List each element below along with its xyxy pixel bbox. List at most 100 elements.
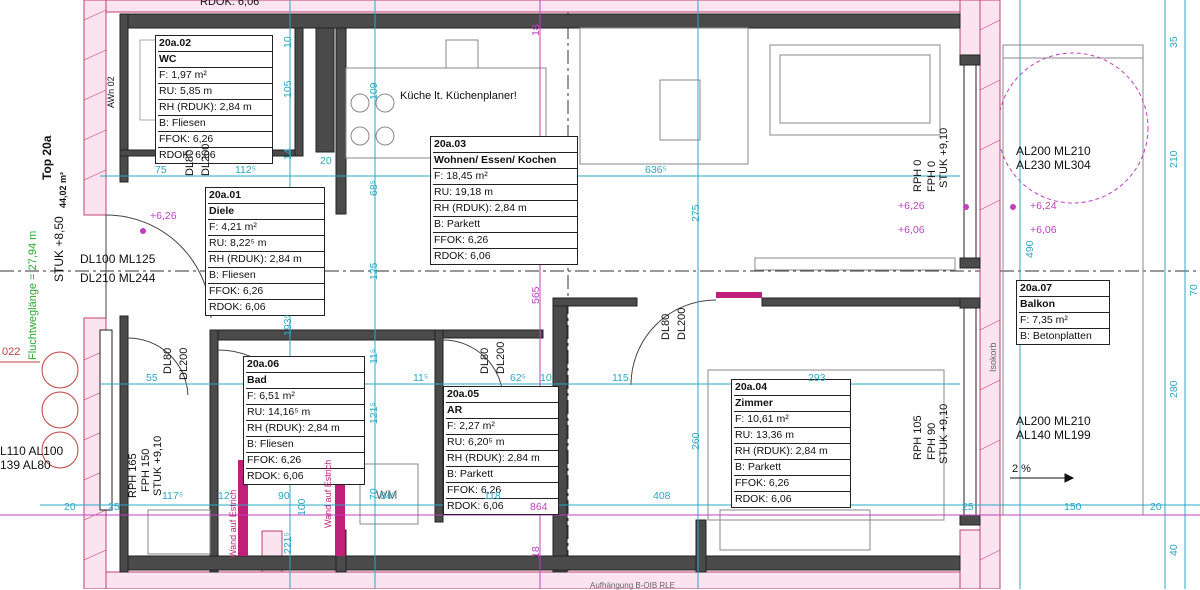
door-dl80-ar: DL80 — [479, 347, 491, 374]
entry-door-spec: DL100 ML125 — [80, 252, 156, 266]
door-dl200-diele: DL200 — [200, 143, 212, 176]
room-ffok: FFOK: 6,26 — [208, 283, 324, 299]
room-perimeter: RU: 19,18 m — [433, 184, 577, 200]
room-number: 20a.07 — [1020, 282, 1053, 294]
room-perimeter: RU: 5,85 m — [158, 83, 272, 99]
room-ffok: FFOK: 6,26 — [446, 482, 558, 498]
room-label-wc: 20a.02 WC F: 1,97 m² RU: 5,85 m RH (RDUK… — [155, 35, 273, 164]
wall-note-right: Wand auf Estrich — [323, 459, 333, 528]
room-area: F: 6,51 m² — [246, 388, 364, 404]
level-window-2: +6,06 — [898, 224, 925, 236]
room-area: F: 4,21 m² — [208, 219, 324, 235]
door-dl80-zimmer: DL80 — [660, 313, 672, 340]
dim-864: 864 — [530, 501, 548, 513]
fph-top: FPH 0 — [926, 160, 938, 192]
dim-117: 117⁵ — [162, 490, 184, 502]
room-height: RH (RDUK): 2,84 m — [433, 200, 577, 216]
dim-408: 408 — [653, 490, 671, 502]
room-rdok: RDOK: 6,06 — [433, 248, 577, 264]
room-height: RH (RDUK): 2,84 m — [734, 443, 850, 459]
room-height: RH (RDUK): 2,84 m — [446, 450, 558, 466]
room-perimeter: RU: 6,20⁵ m — [446, 434, 558, 450]
room-number: 20a.05 — [447, 388, 480, 400]
room-label-ar: 20a.05 AR F: 2,27 m² RU: 6,20⁵ m RH (RDU… — [443, 386, 559, 515]
room-floor: B: Parkett — [734, 459, 850, 475]
vdim-70-right: 70 — [1188, 284, 1200, 296]
dim-10: 10 — [540, 372, 552, 384]
left-window-spec-1: L110 AL100 — [0, 444, 64, 458]
room-name: Zimmer — [734, 395, 850, 411]
stuk-left: STUK +9,10 — [152, 435, 164, 496]
room-ffok: FFOK: 6,26 — [158, 131, 272, 147]
dim-118: 118 — [484, 490, 501, 502]
vdim-10-top: 10 — [282, 36, 294, 48]
room-number: 20a.01 — [209, 189, 242, 201]
slope-label: 2 % — [1012, 463, 1031, 475]
room-area: F: 18,45 m² — [433, 168, 577, 184]
door-dl200-ar: DL200 — [495, 341, 507, 374]
unit-area-label: 44,02 m² — [58, 171, 68, 208]
level-022: 022 — [2, 346, 21, 358]
room-ffok: FFOK: 6,26 — [246, 452, 364, 468]
window-top-spec-2: AL230 ML304 — [1016, 158, 1091, 172]
room-name: Diele — [208, 203, 324, 219]
room-number: 20a.06 — [247, 358, 280, 370]
vdim-14: 14 — [282, 148, 294, 160]
vdim-70: 70 — [368, 488, 380, 500]
vdim-11-5: 11⁵ — [368, 348, 380, 364]
dim-90: 90 — [278, 490, 290, 502]
vdim-109: 109 — [368, 82, 380, 100]
dim-84: 84⁵ — [380, 490, 397, 502]
window-low-spec-1: AL200 ML210 — [1016, 414, 1091, 428]
vdim-100: 100 — [296, 498, 308, 516]
stuk-top: STUK +9,10 — [938, 127, 950, 188]
unit-top-label: Top 20a — [40, 135, 54, 180]
vdim-121: 121⁵ — [368, 402, 380, 424]
door-dl200-bad: DL200 — [178, 347, 190, 380]
vdim-18-bottom: 18 — [530, 546, 542, 558]
room-rdok: RDOK: 6,06 — [208, 299, 324, 315]
vdim-35: 35 — [1168, 36, 1180, 48]
room-floor: B: Fliesen — [158, 115, 272, 131]
room-floor: B: Fliesen — [208, 267, 324, 283]
room-area: F: 7,35 m² — [1019, 312, 1109, 328]
level-window-1: +6,26 — [898, 200, 925, 212]
room-rdok: RDOK: 6,06 — [246, 468, 364, 484]
vdim-18-top: 18 — [530, 24, 542, 36]
entry-stuk: STUK +8,50 — [52, 216, 66, 282]
dim-20-right: 20 — [1150, 501, 1162, 513]
vdim-221: 221⁵ — [282, 532, 294, 554]
dim-25-right: 25 — [962, 501, 974, 513]
room-rdok: RDOK: 6,06 — [158, 147, 272, 163]
room-perimeter: RU: 14,16⁵ m — [246, 404, 364, 420]
left-window-spec-2: 139 AL80 — [0, 458, 51, 472]
dim-11-5: 11⁵ — [413, 372, 429, 384]
fph-low: FPH 90 — [926, 422, 938, 460]
room-floor: B: Betonplatten — [1019, 328, 1109, 344]
room-number: 20a.02 — [159, 37, 192, 49]
room-height: RH (RDUK): 2,84 m — [208, 251, 324, 267]
door-dl80-diele: DL80 — [184, 149, 196, 176]
door-dl200-zimmer: DL200 — [676, 307, 688, 340]
dim-12: 12 — [218, 490, 230, 502]
rdok-top: RDOK: 6,06 — [200, 0, 260, 8]
window-low-spec-2: AL140 ML199 — [1016, 428, 1091, 442]
awn-label: AWn 02 — [106, 76, 116, 108]
fph-left: FPH 150 — [140, 448, 152, 492]
vdim-260: 260 — [690, 432, 702, 450]
room-perimeter: RU: 13,36 m — [734, 427, 850, 443]
room-area: F: 1,97 m² — [158, 67, 272, 83]
dim-62: 62⁵ — [510, 372, 527, 384]
stuk-low: STUK +9,10 — [938, 403, 950, 464]
level-balkon-1: +6,24 — [1030, 200, 1057, 212]
room-area: F: 2,27 m² — [446, 418, 558, 434]
room-number: 20a.03 — [434, 138, 467, 150]
door-dl80-bad: DL80 — [162, 347, 174, 374]
vdim-275: 275 — [690, 204, 702, 222]
vdim-125: 125 — [368, 262, 380, 280]
vdim-565: 565 — [530, 286, 542, 304]
room-label-bad: 20a.06 Bad F: 6,51 m² RU: 14,16⁵ m RH (R… — [243, 356, 365, 485]
room-floor: B: Fliesen — [246, 436, 364, 452]
dim-150: 150 — [1064, 501, 1082, 513]
vdim-210: 210 — [1168, 150, 1180, 168]
